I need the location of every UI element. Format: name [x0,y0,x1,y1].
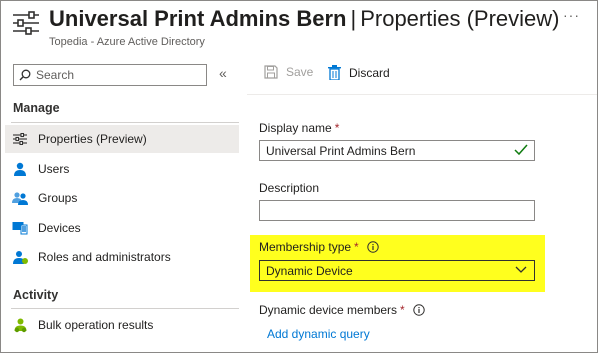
membership-type-label-text: Membership type [259,240,352,254]
sliders-icon [12,131,28,147]
sidebar-item-groups[interactable]: Groups [5,184,239,212]
dynamic-members-label: Dynamic device members * [259,303,425,317]
sidebar-item-label: Roles and administrators [38,250,171,264]
roles-icon [12,249,28,265]
search-input[interactable] [36,66,201,84]
display-name-value: Universal Print Admins Bern [266,143,416,158]
required-mark: * [334,121,340,135]
required-mark: * [354,240,359,254]
page-title: Universal Print Admins Bern | Properties (… [49,6,559,32]
section-activity: Activity [13,288,59,302]
display-name-label: Display name * [259,121,339,135]
discard-label: Discard [349,65,390,80]
title-separator: | [350,6,357,31]
dynamic-members-label-text: Dynamic device members [259,303,398,317]
group-name: Universal Print Admins Bern [49,6,347,31]
page-subtitle: Topedia - Azure Active Directory [49,36,205,48]
display-name-label-text: Display name [259,121,332,135]
sidebar-item-label: Bulk operation results [38,318,154,332]
membership-type-value: Dynamic Device [266,263,353,278]
sidebar-item-roles[interactable]: Roles and administrators [5,243,239,271]
checkmark-icon [514,144,528,156]
membership-type-label: Membership type * [259,240,379,254]
sidebar-item-label: Groups [38,191,78,205]
toolbar-divider [247,94,597,95]
sidebar-item-users[interactable]: Users [5,155,239,183]
sidebar-item-devices[interactable]: Devices [5,214,239,242]
add-dynamic-query-link[interactable]: Add dynamic query [267,327,370,341]
membership-type-dropdown[interactable]: Dynamic Device [259,260,535,281]
save-icon [264,65,278,79]
sidebar-search[interactable] [13,64,207,86]
display-name-field[interactable]: Universal Print Admins Bern [259,140,535,161]
divider [11,122,239,123]
collapse-sidebar-button[interactable]: « [219,65,227,81]
more-options-button[interactable]: ··· [563,7,580,23]
sidebar-item-label: Devices [38,221,81,235]
devices-icon [12,220,28,236]
bulk-icon [12,317,28,333]
user-icon [12,161,28,177]
chevron-down-icon [515,266,527,273]
search-icon [19,69,31,81]
sidebar-item-label: Properties (Preview) [38,132,147,146]
info-icon[interactable] [367,241,379,253]
description-field[interactable] [259,200,535,221]
sidebar-item-label: Users [38,162,70,176]
page-subject: Properties (Preview) [360,6,560,31]
save-button[interactable]: Save [264,65,313,79]
description-label: Description [259,181,320,195]
save-label: Save [286,65,314,79]
properties-sliders-icon [13,11,39,35]
trash-icon [328,65,341,80]
app-window: Universal Print Admins Bern | Properties (… [0,0,598,353]
required-mark: * [400,303,405,317]
info-icon[interactable] [413,304,425,316]
discard-button[interactable]: Discard [328,65,390,80]
section-manage: Manage [13,101,60,115]
group-icon [12,190,28,206]
sidebar-item-properties[interactable]: Properties (Preview) [5,125,239,153]
divider [11,308,239,309]
sidebar-item-bulk-operations[interactable]: Bulk operation results [5,311,239,339]
